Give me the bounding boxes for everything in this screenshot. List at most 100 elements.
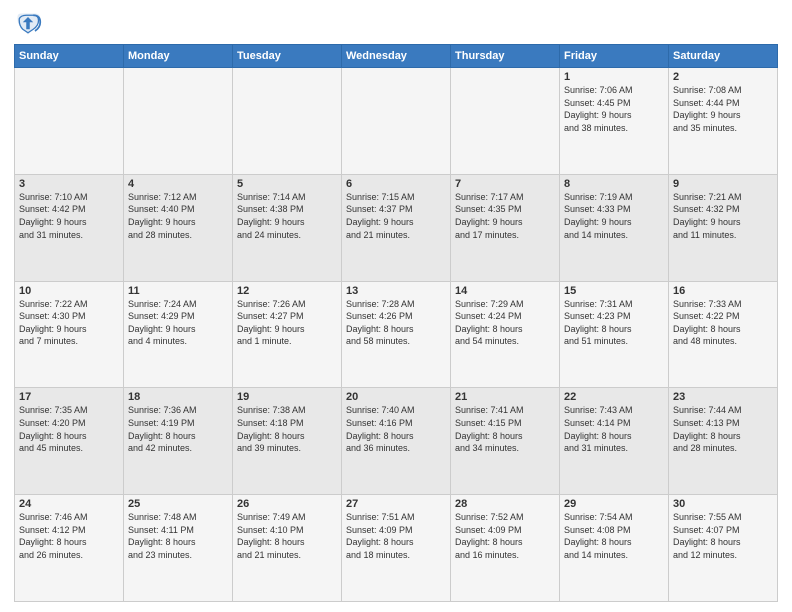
day-info: Sunrise: 7:08 AM Sunset: 4:44 PM Dayligh… [673,84,773,134]
week-row-2: 3Sunrise: 7:10 AM Sunset: 4:42 PM Daylig… [15,174,778,281]
day-info: Sunrise: 7:44 AM Sunset: 4:13 PM Dayligh… [673,404,773,454]
day-info: Sunrise: 7:55 AM Sunset: 4:07 PM Dayligh… [673,511,773,561]
day-cell: 29Sunrise: 7:54 AM Sunset: 4:08 PM Dayli… [560,495,669,602]
day-number: 18 [128,391,228,403]
day-info: Sunrise: 7:43 AM Sunset: 4:14 PM Dayligh… [564,404,664,454]
calendar-body: 1Sunrise: 7:06 AM Sunset: 4:45 PM Daylig… [15,68,778,602]
day-number: 10 [19,285,119,297]
day-number: 12 [237,285,337,297]
day-cell: 22Sunrise: 7:43 AM Sunset: 4:14 PM Dayli… [560,388,669,495]
day-info: Sunrise: 7:49 AM Sunset: 4:10 PM Dayligh… [237,511,337,561]
day-cell: 30Sunrise: 7:55 AM Sunset: 4:07 PM Dayli… [669,495,778,602]
day-cell: 28Sunrise: 7:52 AM Sunset: 4:09 PM Dayli… [451,495,560,602]
day-cell: 20Sunrise: 7:40 AM Sunset: 4:16 PM Dayli… [342,388,451,495]
day-number: 5 [237,178,337,190]
day-cell: 8Sunrise: 7:19 AM Sunset: 4:33 PM Daylig… [560,174,669,281]
day-cell [451,68,560,175]
header-day-wednesday: Wednesday [342,45,451,68]
day-info: Sunrise: 7:15 AM Sunset: 4:37 PM Dayligh… [346,191,446,241]
day-info: Sunrise: 7:24 AM Sunset: 4:29 PM Dayligh… [128,298,228,348]
day-number: 6 [346,178,446,190]
day-number: 4 [128,178,228,190]
day-info: Sunrise: 7:51 AM Sunset: 4:09 PM Dayligh… [346,511,446,561]
day-cell: 6Sunrise: 7:15 AM Sunset: 4:37 PM Daylig… [342,174,451,281]
day-cell: 15Sunrise: 7:31 AM Sunset: 4:23 PM Dayli… [560,281,669,388]
week-row-1: 1Sunrise: 7:06 AM Sunset: 4:45 PM Daylig… [15,68,778,175]
day-number: 29 [564,498,664,510]
day-cell: 13Sunrise: 7:28 AM Sunset: 4:26 PM Dayli… [342,281,451,388]
logo-icon [14,10,42,38]
day-cell [15,68,124,175]
day-number: 20 [346,391,446,403]
day-cell: 16Sunrise: 7:33 AM Sunset: 4:22 PM Dayli… [669,281,778,388]
day-number: 28 [455,498,555,510]
header-day-sunday: Sunday [15,45,124,68]
day-info: Sunrise: 7:26 AM Sunset: 4:27 PM Dayligh… [237,298,337,348]
day-number: 2 [673,71,773,83]
day-info: Sunrise: 7:31 AM Sunset: 4:23 PM Dayligh… [564,298,664,348]
day-info: Sunrise: 7:28 AM Sunset: 4:26 PM Dayligh… [346,298,446,348]
day-info: Sunrise: 7:21 AM Sunset: 4:32 PM Dayligh… [673,191,773,241]
header-day-saturday: Saturday [669,45,778,68]
day-cell: 1Sunrise: 7:06 AM Sunset: 4:45 PM Daylig… [560,68,669,175]
day-info: Sunrise: 7:35 AM Sunset: 4:20 PM Dayligh… [19,404,119,454]
day-cell: 18Sunrise: 7:36 AM Sunset: 4:19 PM Dayli… [124,388,233,495]
day-info: Sunrise: 7:10 AM Sunset: 4:42 PM Dayligh… [19,191,119,241]
day-cell: 26Sunrise: 7:49 AM Sunset: 4:10 PM Dayli… [233,495,342,602]
day-info: Sunrise: 7:48 AM Sunset: 4:11 PM Dayligh… [128,511,228,561]
day-cell: 27Sunrise: 7:51 AM Sunset: 4:09 PM Dayli… [342,495,451,602]
day-cell: 17Sunrise: 7:35 AM Sunset: 4:20 PM Dayli… [15,388,124,495]
week-row-3: 10Sunrise: 7:22 AM Sunset: 4:30 PM Dayli… [15,281,778,388]
day-number: 13 [346,285,446,297]
day-cell: 5Sunrise: 7:14 AM Sunset: 4:38 PM Daylig… [233,174,342,281]
day-number: 3 [19,178,119,190]
day-info: Sunrise: 7:19 AM Sunset: 4:33 PM Dayligh… [564,191,664,241]
day-number: 19 [237,391,337,403]
day-cell: 3Sunrise: 7:10 AM Sunset: 4:42 PM Daylig… [15,174,124,281]
day-cell: 25Sunrise: 7:48 AM Sunset: 4:11 PM Dayli… [124,495,233,602]
logo [14,10,46,38]
day-number: 24 [19,498,119,510]
week-row-4: 17Sunrise: 7:35 AM Sunset: 4:20 PM Dayli… [15,388,778,495]
day-cell: 7Sunrise: 7:17 AM Sunset: 4:35 PM Daylig… [451,174,560,281]
day-number: 9 [673,178,773,190]
day-number: 25 [128,498,228,510]
day-cell: 21Sunrise: 7:41 AM Sunset: 4:15 PM Dayli… [451,388,560,495]
day-info: Sunrise: 7:46 AM Sunset: 4:12 PM Dayligh… [19,511,119,561]
day-number: 30 [673,498,773,510]
header-day-friday: Friday [560,45,669,68]
day-info: Sunrise: 7:33 AM Sunset: 4:22 PM Dayligh… [673,298,773,348]
header-day-monday: Monday [124,45,233,68]
day-number: 15 [564,285,664,297]
day-number: 16 [673,285,773,297]
top-section [14,10,778,38]
day-info: Sunrise: 7:22 AM Sunset: 4:30 PM Dayligh… [19,298,119,348]
calendar-page: SundayMondayTuesdayWednesdayThursdayFrid… [0,0,792,612]
day-number: 26 [237,498,337,510]
day-number: 11 [128,285,228,297]
header-day-thursday: Thursday [451,45,560,68]
day-cell: 11Sunrise: 7:24 AM Sunset: 4:29 PM Dayli… [124,281,233,388]
day-cell: 2Sunrise: 7:08 AM Sunset: 4:44 PM Daylig… [669,68,778,175]
day-number: 23 [673,391,773,403]
day-info: Sunrise: 7:14 AM Sunset: 4:38 PM Dayligh… [237,191,337,241]
day-cell: 4Sunrise: 7:12 AM Sunset: 4:40 PM Daylig… [124,174,233,281]
day-cell: 10Sunrise: 7:22 AM Sunset: 4:30 PM Dayli… [15,281,124,388]
day-info: Sunrise: 7:17 AM Sunset: 4:35 PM Dayligh… [455,191,555,241]
day-cell [124,68,233,175]
day-info: Sunrise: 7:12 AM Sunset: 4:40 PM Dayligh… [128,191,228,241]
day-number: 7 [455,178,555,190]
day-info: Sunrise: 7:40 AM Sunset: 4:16 PM Dayligh… [346,404,446,454]
day-cell: 14Sunrise: 7:29 AM Sunset: 4:24 PM Dayli… [451,281,560,388]
day-info: Sunrise: 7:52 AM Sunset: 4:09 PM Dayligh… [455,511,555,561]
day-info: Sunrise: 7:29 AM Sunset: 4:24 PM Dayligh… [455,298,555,348]
day-info: Sunrise: 7:36 AM Sunset: 4:19 PM Dayligh… [128,404,228,454]
day-cell: 12Sunrise: 7:26 AM Sunset: 4:27 PM Dayli… [233,281,342,388]
calendar-table: SundayMondayTuesdayWednesdayThursdayFrid… [14,44,778,602]
day-cell: 23Sunrise: 7:44 AM Sunset: 4:13 PM Dayli… [669,388,778,495]
day-number: 21 [455,391,555,403]
day-number: 17 [19,391,119,403]
day-number: 8 [564,178,664,190]
week-row-5: 24Sunrise: 7:46 AM Sunset: 4:12 PM Dayli… [15,495,778,602]
day-info: Sunrise: 7:06 AM Sunset: 4:45 PM Dayligh… [564,84,664,134]
